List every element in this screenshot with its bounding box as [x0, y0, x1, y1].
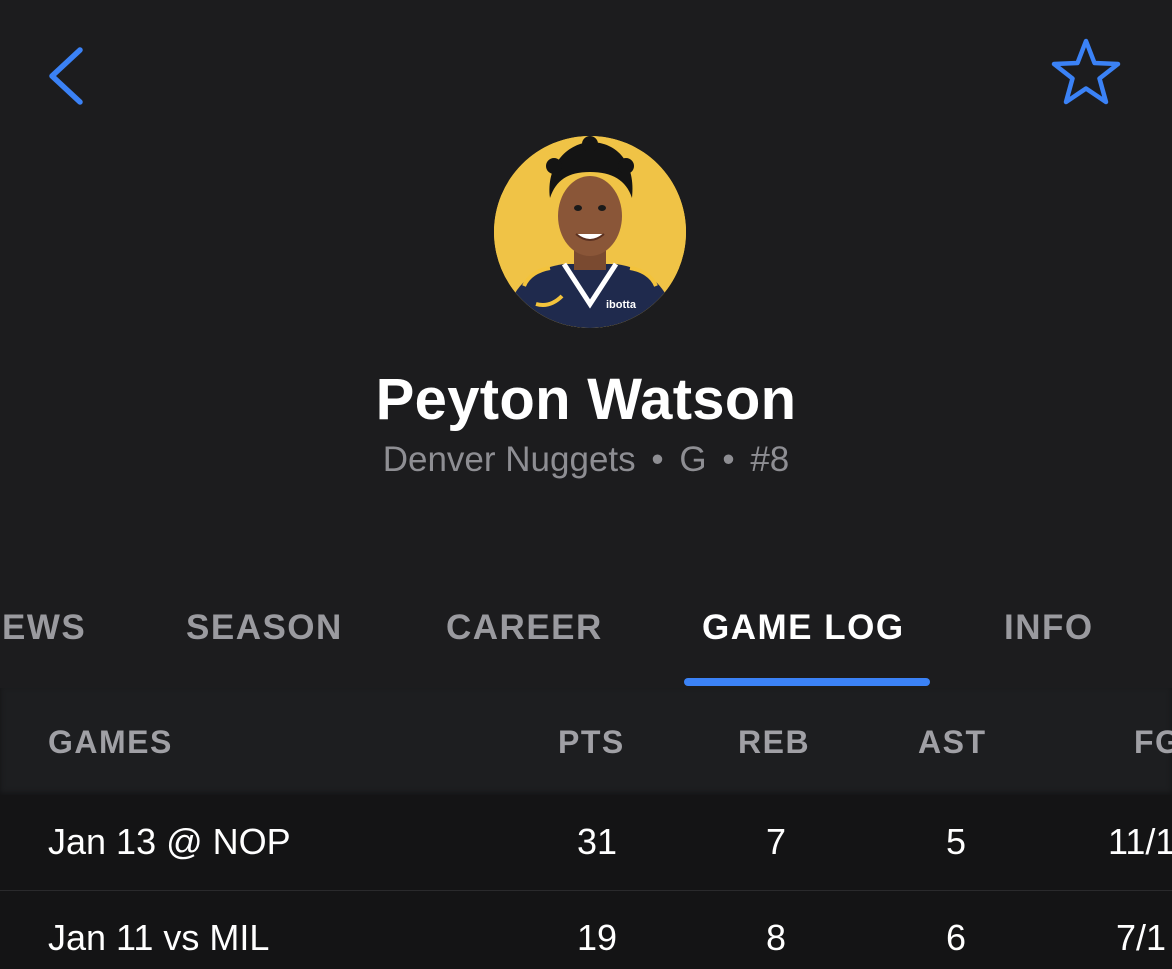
tab-bar: EWS SEASON CAREER GAME LOG INFO: [0, 590, 1172, 688]
tab-info[interactable]: INFO: [1004, 608, 1094, 668]
player-meta: Denver Nuggets • G • #8: [0, 440, 1172, 480]
chevron-left-icon: [49, 47, 83, 105]
tab-game-log[interactable]: GAME LOG: [702, 608, 905, 668]
player-number: #8: [750, 440, 790, 479]
fg-cell: 7/1: [1116, 917, 1167, 958]
game-cell: Jan 11 vs MIL: [48, 917, 270, 958]
player-team: Denver Nuggets: [382, 440, 636, 479]
table-row[interactable]: Jan 11 vs MIL 19 8 6 7/1: [0, 891, 1172, 969]
player-name: Peyton Watson: [375, 367, 797, 432]
back-button[interactable]: [42, 44, 92, 108]
game-cell: Jan 13 @ NOP: [48, 821, 291, 862]
fg-cell: 11/1: [1108, 821, 1172, 862]
reb-cell: 8: [765, 917, 787, 958]
ast-cell: 6: [945, 917, 967, 958]
column-header-ast: AST: [918, 724, 987, 760]
column-header-fg: FG: [1134, 724, 1172, 760]
player-position: G: [679, 440, 707, 479]
game-log-header: GAMES PTS REB AST FG: [0, 688, 1172, 795]
column-header-pts: PTS: [558, 724, 625, 760]
reb-cell: 7: [765, 821, 787, 862]
player-avatar: ibotta: [494, 136, 686, 328]
pts-cell: 19: [576, 917, 618, 958]
favorite-button[interactable]: [1050, 36, 1122, 108]
table-row[interactable]: Jan 13 @ NOP 31 7 5 11/1: [0, 795, 1172, 891]
player-photo: ibotta: [494, 136, 686, 328]
player-profile-screen: ibotta Peyton Watson Denver Nuggets • G …: [0, 0, 1172, 969]
tab-season[interactable]: SEASON: [186, 608, 343, 668]
star-outline-icon: [1051, 38, 1121, 105]
active-tab-indicator: [684, 678, 930, 686]
separator-dot: •: [722, 440, 735, 479]
column-header-games: GAMES: [48, 724, 173, 760]
pts-cell: 31: [576, 821, 618, 862]
tab-news[interactable]: EWS: [2, 608, 86, 668]
tab-career[interactable]: CAREER: [446, 608, 603, 668]
jersey-sponsor-logo: ibotta: [606, 299, 637, 311]
ast-cell: 5: [945, 821, 967, 862]
column-header-reb: REB: [738, 724, 811, 760]
separator-dot: •: [651, 440, 664, 479]
